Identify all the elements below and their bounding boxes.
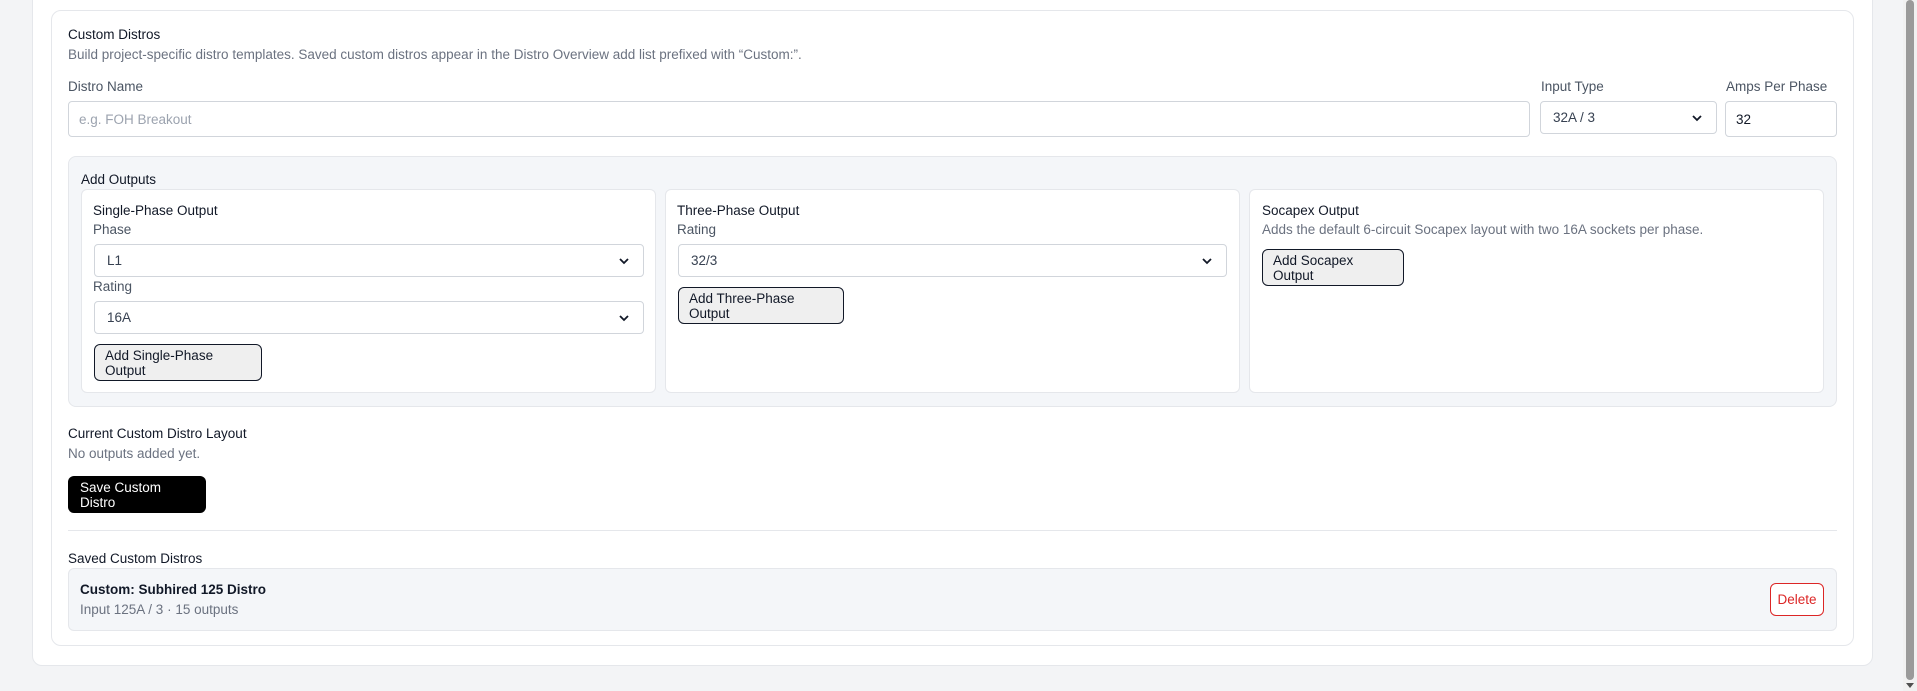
chevron-down-icon — [619, 314, 629, 321]
section-title: Custom Distros — [68, 27, 161, 42]
three-phase-rating-value: 32/3 — [691, 253, 718, 268]
amps-per-phase-label: Amps Per Phase — [1726, 79, 1828, 94]
scrollbar-thumb[interactable] — [1906, 0, 1914, 680]
single-phase-phase-select[interactable]: L1 — [94, 244, 644, 277]
current-layout-title: Current Custom Distro Layout — [68, 426, 247, 441]
saved-title: Saved Custom Distros — [68, 551, 203, 566]
three-phase-rating-select[interactable]: 32/3 — [678, 244, 1227, 277]
single-phase-rating-value: 16A — [107, 310, 132, 325]
saved-item-details: Input 125A / 3 · 15 outputs — [80, 602, 239, 617]
socapex-title: Socapex Output — [1262, 203, 1359, 218]
single-phase-rating-label: Rating — [93, 279, 133, 294]
input-type-select[interactable]: 32A / 3 — [1540, 101, 1717, 134]
three-phase-rating-label: Rating — [677, 222, 717, 237]
input-type-label: Input Type — [1541, 79, 1604, 94]
amps-per-phase-input[interactable]: 32 — [1725, 101, 1837, 137]
three-phase-title: Three-Phase Output — [677, 203, 800, 218]
save-custom-distro-button[interactable]: Save Custom Distro — [68, 476, 206, 513]
delete-button[interactable]: Delete — [1770, 583, 1824, 616]
add-socapex-output-button[interactable]: Add Socapex Output — [1262, 249, 1404, 286]
current-layout-empty: No outputs added yet. — [68, 446, 201, 461]
distro-name-label: Distro Name — [68, 79, 144, 94]
distro-name-input[interactable] — [68, 101, 1530, 137]
add-three-phase-output-button[interactable]: Add Three-Phase Output — [678, 287, 844, 324]
section-description: Build project-specific distro templates.… — [68, 47, 802, 62]
socapex-description: Adds the default 6-circuit Socapex layou… — [1262, 222, 1704, 237]
divider — [68, 530, 1837, 531]
chevron-down-icon — [1692, 114, 1702, 121]
single-phase-phase-value: L1 — [107, 253, 123, 268]
socapex-panel — [1249, 189, 1824, 393]
add-single-phase-output-button[interactable]: Add Single-Phase Output — [94, 344, 262, 381]
amps-per-phase-value: 32 — [1736, 111, 1752, 127]
saved-item-name: Custom: Subhired 125 Distro — [80, 582, 267, 597]
single-phase-title: Single-Phase Output — [93, 203, 218, 218]
chevron-down-icon — [1202, 257, 1212, 264]
input-type-value: 32A / 3 — [1553, 110, 1596, 125]
add-outputs-title: Add Outputs — [81, 172, 157, 187]
scroll-down-arrow-icon[interactable] — [1906, 681, 1914, 689]
single-phase-phase-label: Phase — [93, 222, 132, 237]
chevron-down-icon — [619, 257, 629, 264]
single-phase-rating-select[interactable]: 16A — [94, 301, 644, 334]
list-item — [68, 568, 1837, 631]
